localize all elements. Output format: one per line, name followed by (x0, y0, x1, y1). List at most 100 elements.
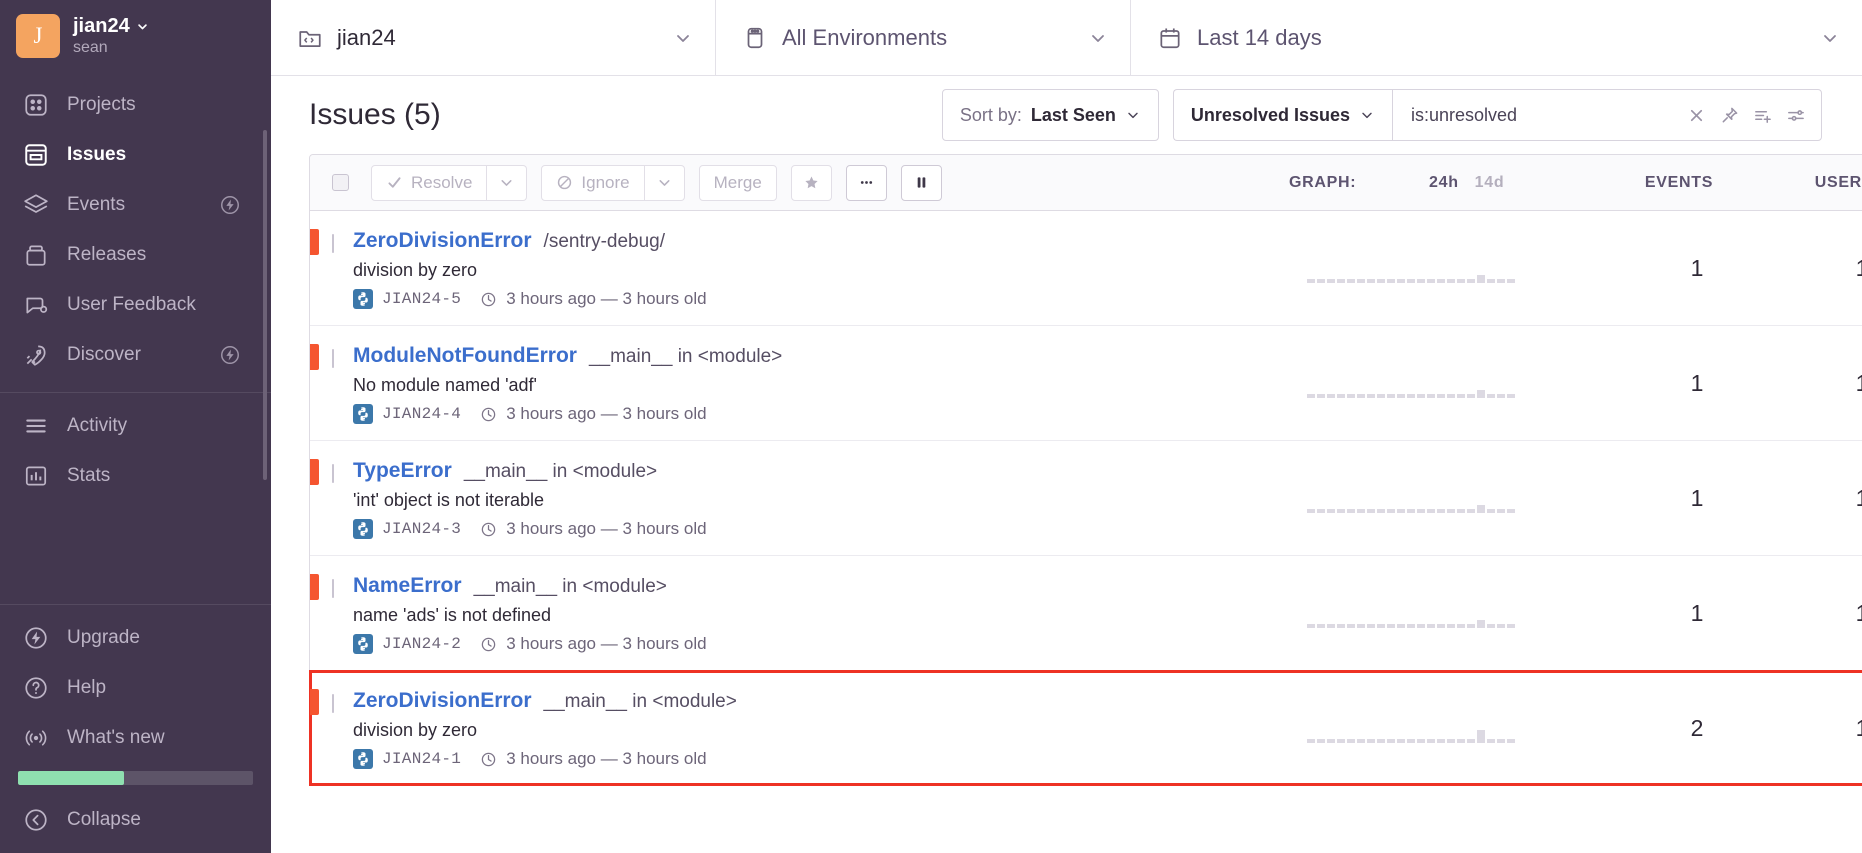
save-search-icon[interactable] (1753, 106, 1772, 125)
collapse-icon (22, 806, 50, 834)
environment-name: All Environments (782, 25, 947, 51)
graph-24h-toggle[interactable]: 24h (1429, 174, 1459, 192)
table-row[interactable]: TypeError__main__ in <module>'int' objec… (310, 441, 1862, 556)
clear-icon[interactable] (1687, 106, 1706, 125)
issue-checkbox[interactable] (332, 579, 334, 598)
issue-events-count[interactable]: 1 (1607, 485, 1787, 512)
sidebar-item-projects[interactable]: Projects (0, 80, 271, 130)
issue-events-count[interactable]: 1 (1607, 600, 1787, 627)
issue-checkbox[interactable] (332, 694, 334, 713)
table-row[interactable]: ZeroDivisionError/sentry-debug/division … (310, 211, 1862, 326)
issue-message: division by zero (353, 720, 1297, 741)
date-range-selector[interactable]: Last 14 days (1131, 0, 1862, 75)
issue-message: division by zero (353, 260, 1297, 281)
issue-type-link[interactable]: ZeroDivisionError (353, 689, 532, 713)
onboarding-progress[interactable] (18, 771, 253, 785)
issue-sparkline (1297, 253, 1607, 283)
sidebar-item-releases[interactable]: Releases (0, 230, 271, 280)
table-row[interactable]: ModuleNotFoundError__main__ in <module>N… (310, 326, 1862, 441)
chevron-down-icon (673, 28, 693, 48)
issue-culprit: /sentry-debug/ (544, 231, 665, 253)
issues-list: ZeroDivisionError/sentry-debug/division … (310, 211, 1862, 785)
issue-title-row: ZeroDivisionError/sentry-debug/ (353, 229, 1297, 253)
table-row[interactable]: ZeroDivisionError__main__ in <module>div… (310, 671, 1862, 785)
saved-search-value: Unresolved Issues (1191, 105, 1350, 126)
saved-search-dropdown[interactable]: Unresolved Issues (1173, 89, 1392, 141)
ban-icon (556, 174, 573, 191)
sidebar-item-stats[interactable]: Stats (0, 451, 271, 501)
clock-icon (480, 751, 497, 768)
issue-type-link[interactable]: ZeroDivisionError (353, 229, 532, 253)
issue-meta: JIAN24-23 hours ago — 3 hours old (353, 634, 1297, 654)
issue-checkbox[interactable] (332, 349, 334, 368)
issue-checkbox[interactable] (332, 464, 334, 483)
search-bar[interactable]: is:unresolved (1392, 89, 1822, 141)
issue-events-count[interactable]: 1 (1607, 255, 1787, 282)
sidebar-collapse-button[interactable]: Collapse (0, 795, 271, 845)
sidebar-item-whats-new[interactable]: What's new (0, 713, 271, 763)
issue-users-count[interactable]: 1 (1787, 715, 1862, 742)
environment-selector[interactable]: All Environments (716, 0, 1131, 75)
pin-icon[interactable] (1720, 106, 1739, 125)
chevron-down-icon (1359, 107, 1375, 123)
org-switcher[interactable]: J jian24 sean (0, 0, 271, 70)
issue-meta: JIAN24-33 hours ago — 3 hours old (353, 519, 1297, 539)
sidebar-item-events[interactable]: Events (0, 180, 271, 230)
sidebar-item-activity[interactable]: Activity (0, 401, 271, 451)
issue-type-link[interactable]: NameError (353, 574, 462, 598)
ignore-button[interactable]: Ignore (541, 165, 644, 201)
clock-icon (480, 406, 497, 423)
bookmark-button[interactable] (791, 165, 832, 201)
org-name: jian24 (73, 15, 130, 38)
chevron-down-icon (137, 21, 148, 32)
issue-events-count[interactable]: 2 (1607, 715, 1787, 742)
broadcast-icon (22, 724, 50, 752)
clock-icon (480, 636, 497, 653)
issue-type-link[interactable]: TypeError (353, 459, 452, 483)
ignore-dropdown-button[interactable] (645, 165, 685, 201)
sidebar-item-help[interactable]: Help (0, 663, 271, 713)
sidebar-item-user-feedback[interactable]: User Feedback (0, 280, 271, 330)
project-selector[interactable]: jian24 (271, 0, 716, 75)
sort-by-dropdown[interactable]: Sort by: Last Seen (942, 89, 1159, 141)
graph-14d-toggle[interactable]: 14d (1475, 174, 1505, 192)
issue-users-count[interactable]: 1 (1787, 600, 1862, 627)
issue-metrics: 21 (1297, 671, 1862, 785)
issue-sparkline (1297, 713, 1607, 743)
sidebar-item-issues[interactable]: Issues (0, 130, 271, 180)
python-platform-icon (353, 289, 373, 309)
issue-sparkline (1297, 483, 1607, 513)
issue-users-count[interactable]: 1 (1787, 255, 1862, 282)
resolve-label: Resolve (411, 173, 472, 193)
environment-icon (742, 25, 768, 51)
issue-users-count[interactable]: 1 (1787, 485, 1862, 512)
chevron-down-icon (1088, 28, 1108, 48)
sidebar-item-upgrade[interactable]: Upgrade (0, 613, 271, 663)
issue-checkbox[interactable] (332, 234, 334, 253)
issue-users-count[interactable]: 1 (1787, 370, 1862, 397)
resolve-button[interactable]: Resolve (371, 165, 487, 201)
help-icon (22, 674, 50, 702)
resolve-button-group: Resolve (371, 165, 527, 201)
issue-meta: JIAN24-43 hours ago — 3 hours old (353, 404, 1297, 424)
issue-events-count[interactable]: 1 (1607, 370, 1787, 397)
more-actions-button[interactable] (846, 165, 887, 201)
issue-age: 3 hours ago — 3 hours old (506, 634, 706, 654)
sidebar-item-label: Activity (67, 415, 127, 437)
table-row[interactable]: NameError__main__ in <module>name 'ads' … (310, 556, 1862, 671)
sidebar-divider-2 (0, 604, 271, 605)
issue-age: 3 hours ago — 3 hours old (506, 289, 706, 309)
issue-metrics: 11 (1297, 211, 1862, 325)
sidebar-scrollbar[interactable] (263, 130, 267, 480)
issues-toolbar: Resolve Ignore (310, 155, 1862, 211)
search-settings-icon[interactable] (1786, 106, 1805, 125)
issue-message: 'int' object is not iterable (353, 490, 1297, 511)
pause-realtime-button[interactable] (901, 165, 942, 201)
sidebar-item-discover[interactable]: Discover (0, 330, 271, 380)
merge-button[interactable]: Merge (699, 165, 777, 201)
sidebar-item-label: Events (67, 194, 125, 216)
issue-type-link[interactable]: ModuleNotFoundError (353, 344, 577, 368)
select-all-checkbox[interactable] (332, 174, 349, 191)
search-input[interactable]: is:unresolved (1411, 105, 1677, 126)
resolve-dropdown-button[interactable] (487, 165, 527, 201)
